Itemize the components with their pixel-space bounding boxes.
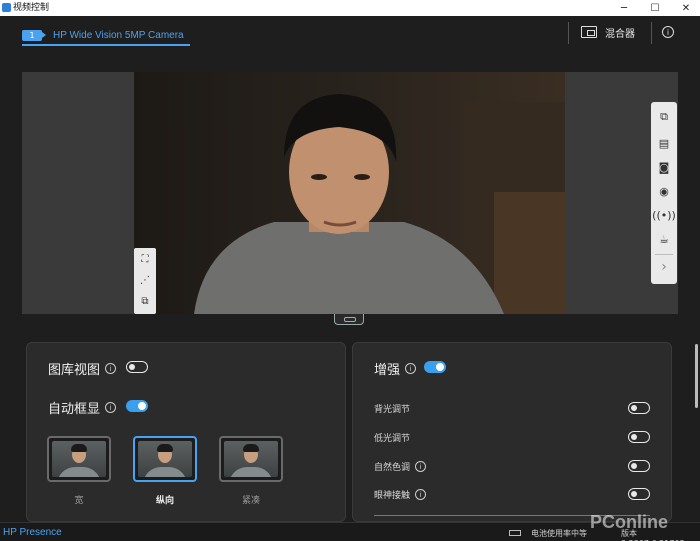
minimize-button[interactable]: ─ — [610, 0, 638, 16]
title-bar: 视频控制 ─ ☐ ✕ — [0, 0, 700, 16]
framing-option-compact[interactable] — [219, 436, 283, 482]
auto-frame-row: 自动框显 i — [48, 398, 117, 417]
thumbnail-image — [138, 441, 192, 477]
enhance-label: 增强 — [374, 363, 401, 378]
info-icon[interactable]: i — [105, 363, 117, 374]
header-divider — [568, 22, 569, 44]
camera-preview — [134, 72, 565, 314]
camera-index-badge: 1 — [22, 29, 46, 41]
gallery-view-label: 图库视图 — [48, 363, 101, 378]
collapse-preview-handle[interactable] — [334, 314, 364, 325]
battery-status: 电池使用率中等 — [531, 529, 587, 538]
eye-contact-row: 眼神接触 i — [374, 488, 427, 501]
info-icon[interactable]: i — [105, 402, 117, 413]
app-icon — [2, 3, 11, 12]
eye-contact-toggle[interactable] — [628, 488, 650, 500]
camera-tab[interactable]: 1 HP Wide Vision 5MP Camera — [22, 24, 184, 46]
camera-tab-underline — [22, 44, 190, 46]
info-icon[interactable]: i — [662, 26, 674, 38]
gallery-view-toggle[interactable] — [126, 361, 148, 373]
toolbar-divider — [655, 254, 673, 255]
gallery-view-row: 图库视图 i — [48, 359, 117, 378]
low-light-toggle[interactable] — [628, 431, 650, 443]
camera-feed-image — [134, 72, 565, 314]
brand-label: HP Presence — [3, 527, 62, 538]
camera-name: HP Wide Vision 5MP Camera — [53, 29, 184, 41]
right-toolbar: ⧉ ▤ ◙ ◉ ((•)) ☕ › — [651, 102, 677, 284]
thumbnail-image — [52, 441, 106, 477]
record-icon[interactable]: ◉ — [656, 183, 672, 199]
rotate-icon[interactable]: ⧉ — [139, 295, 151, 307]
backlight-label: 背光调节 — [374, 405, 411, 415]
watermark: PConline — [590, 512, 669, 532]
framing-option-label: 宽 — [74, 496, 84, 506]
left-toolbar: ⛶ ⋰ ⧉ — [134, 248, 156, 314]
framing-option-label: 纵向 — [155, 496, 174, 506]
framing-option-label: 紧凑 — [241, 496, 260, 506]
backlight-toggle[interactable] — [628, 402, 650, 414]
thumbnail-image — [224, 441, 278, 477]
auto-frame-label: 自动框显 — [48, 402, 101, 417]
natural-tone-label: 自然色调 — [374, 463, 411, 473]
maximize-button[interactable]: ☐ — [641, 0, 669, 16]
eye-contact-label: 眼神接触 — [374, 491, 411, 501]
close-button[interactable]: ✕ — [672, 0, 700, 16]
window-title: 视频控制 — [13, 3, 50, 13]
popout-icon[interactable]: ⧉ — [656, 109, 672, 125]
mixer-button[interactable]: 混合器 — [605, 25, 635, 40]
framing-option-wide[interactable] — [47, 436, 111, 482]
chevron-right-icon[interactable]: › — [656, 259, 672, 275]
auto-frame-toggle[interactable] — [126, 400, 148, 412]
info-icon[interactable]: i — [415, 461, 427, 472]
natural-tone-toggle[interactable] — [628, 460, 650, 472]
battery-icon — [509, 530, 521, 536]
info-icon[interactable]: i — [415, 489, 427, 500]
enhance-row: 增强 i — [374, 359, 417, 378]
header-divider — [651, 22, 652, 44]
document-icon[interactable]: ▤ — [656, 135, 672, 151]
camera-icon[interactable]: ◙ — [656, 159, 672, 175]
natural-tone-row: 自然色调 i — [374, 460, 427, 473]
low-light-label: 低光调节 — [374, 434, 411, 444]
enhance-toggle[interactable] — [424, 361, 446, 373]
framing-option-portrait[interactable] — [133, 436, 197, 482]
broadcast-icon[interactable]: ((•)) — [652, 207, 676, 223]
mixer-icon[interactable] — [581, 26, 597, 38]
info-icon[interactable]: i — [405, 363, 417, 374]
crop-icon[interactable]: ⛶ — [139, 253, 151, 265]
scrollbar[interactable] — [695, 344, 698, 408]
coffee-icon[interactable]: ☕ — [656, 231, 672, 247]
framing-icon[interactable]: ⋰ — [139, 274, 151, 286]
